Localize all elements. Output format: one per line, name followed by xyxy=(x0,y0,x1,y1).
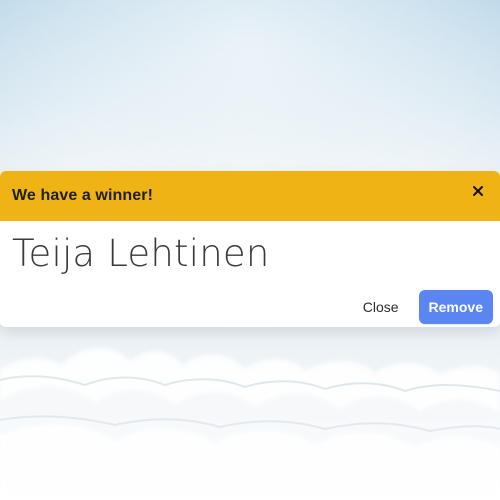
remove-button[interactable]: Remove xyxy=(418,290,493,324)
modal-title: We have a winner! xyxy=(12,187,154,204)
close-button[interactable]: Close xyxy=(353,293,409,321)
cloud-layer xyxy=(0,325,500,500)
screen: We have a winner! Teija Lehtinen Close R… xyxy=(0,0,500,500)
winner-name: Teija Lehtinen xyxy=(12,232,270,275)
winner-modal: We have a winner! Teija Lehtinen Close R… xyxy=(0,171,500,327)
close-icon[interactable] xyxy=(464,177,492,205)
modal-header: We have a winner! xyxy=(0,171,500,221)
modal-body: Teija Lehtinen xyxy=(0,221,500,287)
modal-footer: Close Remove xyxy=(0,287,500,327)
